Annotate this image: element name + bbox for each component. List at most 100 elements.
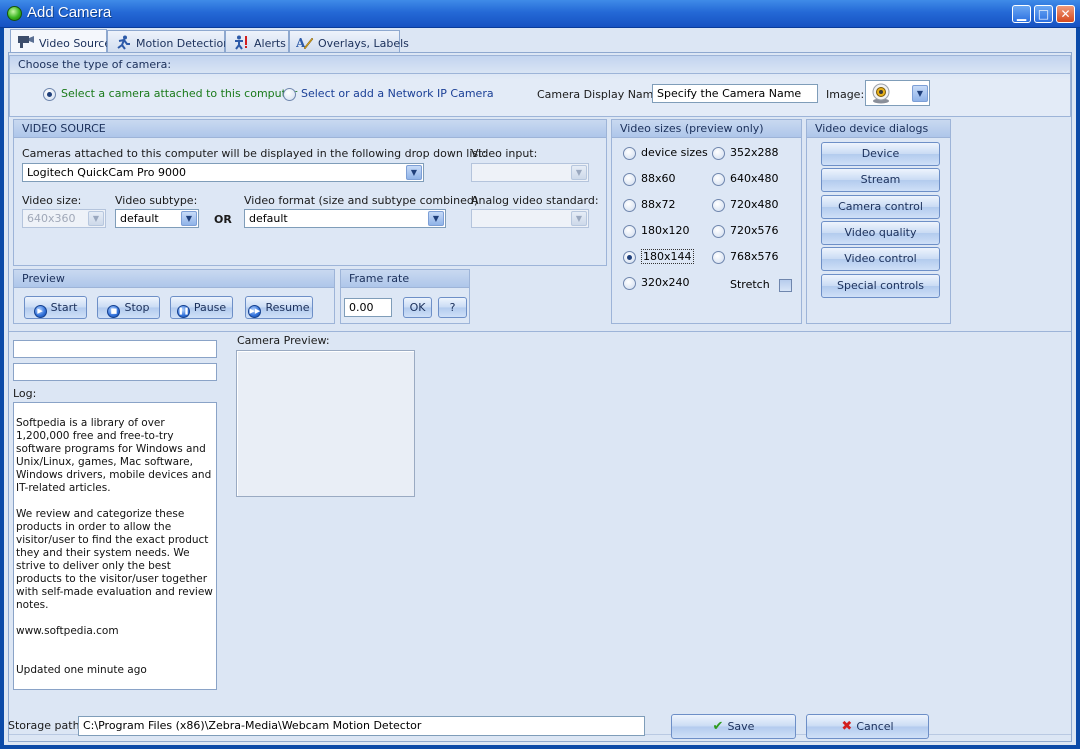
video-size-radio[interactable] xyxy=(712,173,725,186)
camera-preview-area xyxy=(236,350,415,497)
video-size-label[interactable]: 640x480 xyxy=(730,172,779,185)
camera-select[interactable]: Logitech QuickCam Pro 9000 ▼ xyxy=(22,163,424,182)
chevron-down-icon[interactable]: ▼ xyxy=(912,85,928,102)
chevron-down-icon[interactable]: ▼ xyxy=(428,211,444,226)
frame-rate-input[interactable]: 0.00 xyxy=(344,298,392,317)
video-format-select[interactable]: default ▼ xyxy=(244,209,446,228)
device-button[interactable]: Device xyxy=(821,142,940,166)
log-label: Log: xyxy=(13,387,37,400)
frame-rate-help-button[interactable]: ? xyxy=(438,297,467,318)
image-label: Image: xyxy=(826,88,865,101)
minimize-button[interactable]: ▁ xyxy=(1012,5,1031,23)
video-size-radio[interactable] xyxy=(712,251,725,264)
webcam-icon xyxy=(872,83,890,104)
video-size-radio[interactable] xyxy=(623,199,636,212)
video-size-radio[interactable] xyxy=(623,147,636,160)
video-source-heading: VIDEO SOURCE xyxy=(14,120,606,138)
video-size-label[interactable]: 352x288 xyxy=(730,146,779,159)
tab-label: Video Source xyxy=(39,37,112,50)
camera-type-group: Choose the type of camera: Select a came… xyxy=(9,55,1071,117)
video-size-radio[interactable] xyxy=(712,199,725,212)
video-sizes-group: Video sizes (preview only) Stretch devic… xyxy=(611,119,802,324)
video-size-radio[interactable] xyxy=(623,225,636,238)
tab-overlays-labels[interactable]: A Overlays, Labels xyxy=(289,30,409,54)
camera-preview-label: Camera Preview: xyxy=(237,334,330,347)
pause-button[interactable]: ❚❚ Pause xyxy=(170,296,233,319)
video-size-label[interactable]: 180x120 xyxy=(641,224,690,237)
video-sizes-heading: Video sizes (preview only) xyxy=(612,120,801,138)
storage-path-input[interactable]: C:\Program Files (x86)\Zebra-Media\Webca… xyxy=(78,716,645,736)
tab-label: Alerts xyxy=(254,37,286,50)
tab-alerts[interactable]: Alerts xyxy=(225,30,289,54)
preview-group: Preview ▶ Start ■ Stop ❚❚ Pause ▶▶ Resume xyxy=(13,269,335,324)
chevron-down-icon: ▼ xyxy=(88,211,104,226)
video-size-radio[interactable] xyxy=(623,173,636,186)
camera-icon xyxy=(18,36,34,48)
video-quality-button[interactable]: Video quality xyxy=(821,221,940,245)
log-paragraph: We review and categorize these products … xyxy=(16,508,213,611)
tab-page-video-source: Choose the type of camera: Select a came… xyxy=(8,52,1072,742)
video-size-label[interactable]: 180x144 xyxy=(641,249,694,264)
cancel-button[interactable]: ✖ Cancel xyxy=(806,714,929,739)
video-size-radio[interactable] xyxy=(623,251,636,264)
video-control-button[interactable]: Video control xyxy=(821,247,940,271)
resume-button[interactable]: ▶▶ Resume xyxy=(245,296,313,319)
special-controls-button[interactable]: Special controls xyxy=(821,274,940,298)
x-icon: ✖ xyxy=(841,719,853,734)
video-size-label[interactable]: device sizes xyxy=(641,146,708,159)
start-button[interactable]: ▶ Start xyxy=(24,296,87,319)
log-paragraph: Softpedia is a library of over 1,200,000… xyxy=(16,417,212,494)
camera-image-select[interactable]: ▼ xyxy=(865,80,930,106)
window-title: Add Camera xyxy=(27,4,112,21)
chevron-down-icon[interactable]: ▼ xyxy=(181,211,197,226)
camera-display-name-input[interactable]: Specify the Camera Name xyxy=(652,84,818,103)
video-size-select: 640x360 ▼ xyxy=(22,209,106,228)
video-size-radio[interactable] xyxy=(712,147,725,160)
radio-local-camera[interactable] xyxy=(43,88,56,101)
running-man-icon xyxy=(117,35,130,50)
tab-label: Motion Detection xyxy=(136,37,231,50)
video-size-label[interactable]: 768x576 xyxy=(730,250,779,263)
frame-rate-group: Frame rate 0.00 OK ? xyxy=(340,269,470,324)
video-subtype-label: Video subtype: xyxy=(115,194,198,207)
radio-local-camera-label[interactable]: Select a camera attached to this compute… xyxy=(61,87,297,100)
play-icon: ▶ xyxy=(33,305,47,318)
log-paragraph: www.softpedia.com xyxy=(16,625,119,637)
video-size-radio[interactable] xyxy=(712,225,725,238)
cameras-list-label: Cameras attached to this computer will b… xyxy=(22,147,487,160)
video-size-label[interactable]: 320x240 xyxy=(641,276,690,289)
chevron-down-icon: ▼ xyxy=(571,165,587,180)
analog-standard-select: ▼ xyxy=(471,209,589,228)
radio-network-camera-label[interactable]: Select or add a Network IP Camera xyxy=(301,87,494,100)
save-button[interactable]: ✔ Save xyxy=(671,714,796,739)
radio-network-camera[interactable] xyxy=(283,88,296,101)
video-size-label[interactable]: 88x60 xyxy=(641,172,676,185)
log-textarea[interactable]: Softpedia is a library of over 1,200,000… xyxy=(13,402,217,690)
tab-motion-detection[interactable]: Motion Detection xyxy=(107,30,230,54)
stretch-label[interactable]: Stretch xyxy=(730,278,770,291)
preview-heading: Preview xyxy=(14,270,334,288)
video-subtype-select[interactable]: default ▼ xyxy=(115,209,199,228)
video-size-label[interactable]: 720x576 xyxy=(730,224,779,237)
video-size-label[interactable]: 88x72 xyxy=(641,198,676,211)
video-format-value: default xyxy=(249,212,288,225)
maximize-button[interactable]: □ xyxy=(1034,5,1053,23)
stretch-checkbox[interactable] xyxy=(779,279,792,292)
stop-button[interactable]: ■ Stop xyxy=(97,296,160,319)
title-bar[interactable]: Add Camera ▁ □ ✕ xyxy=(0,0,1080,28)
or-label: OR xyxy=(214,213,232,226)
stream-button[interactable]: Stream xyxy=(821,168,940,192)
camera-control-button[interactable]: Camera control xyxy=(821,195,940,219)
frame-rate-ok-button[interactable]: OK xyxy=(403,297,432,318)
device-dialogs-group: Video device dialogs Device Stream Camer… xyxy=(806,119,951,324)
video-size-label[interactable]: 720x480 xyxy=(730,198,779,211)
start-label: Start xyxy=(50,301,78,314)
tab-video-source[interactable]: Video Source xyxy=(10,29,111,54)
display-name-label: Camera Display Name: xyxy=(537,88,664,101)
video-size-radio[interactable] xyxy=(623,277,636,290)
status-field-2 xyxy=(13,363,217,381)
chevron-down-icon[interactable]: ▼ xyxy=(406,165,422,180)
status-field-1 xyxy=(13,340,217,358)
stop-icon: ■ xyxy=(107,305,121,318)
close-button[interactable]: ✕ xyxy=(1056,5,1075,23)
